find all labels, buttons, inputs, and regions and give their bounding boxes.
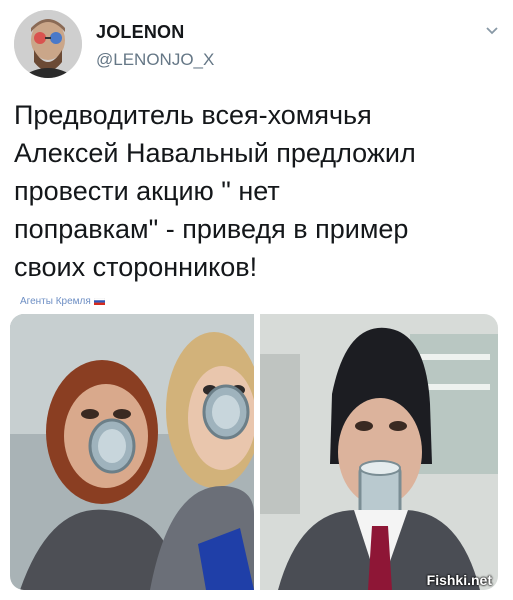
- agents-watermark: Агенты Кремля: [20, 296, 105, 307]
- user-handle[interactable]: @LENONJO_X: [96, 50, 214, 70]
- tweet-header: JOLENON @LENONJO_X: [0, 0, 513, 88]
- avatar-portrait: [14, 10, 82, 78]
- russian-flag-icon: [93, 298, 105, 305]
- media-photo-left[interactable]: [10, 314, 254, 590]
- fishki-watermark: Fishki.net: [426, 572, 492, 588]
- agents-watermark-label: Агенты Кремля: [20, 296, 91, 307]
- tweet-media[interactable]: Fishki.net: [10, 314, 498, 590]
- chevron-down-icon[interactable]: [484, 22, 500, 38]
- photo-man-in-balaclava: [260, 314, 498, 590]
- media-photo-right[interactable]: [260, 314, 498, 590]
- display-name[interactable]: JOLENON: [96, 22, 184, 43]
- avatar[interactable]: [14, 10, 82, 78]
- tweet-text: Предводитель всея-хомячья Алексей Наваль…: [14, 100, 416, 282]
- photo-two-girls: [10, 314, 254, 590]
